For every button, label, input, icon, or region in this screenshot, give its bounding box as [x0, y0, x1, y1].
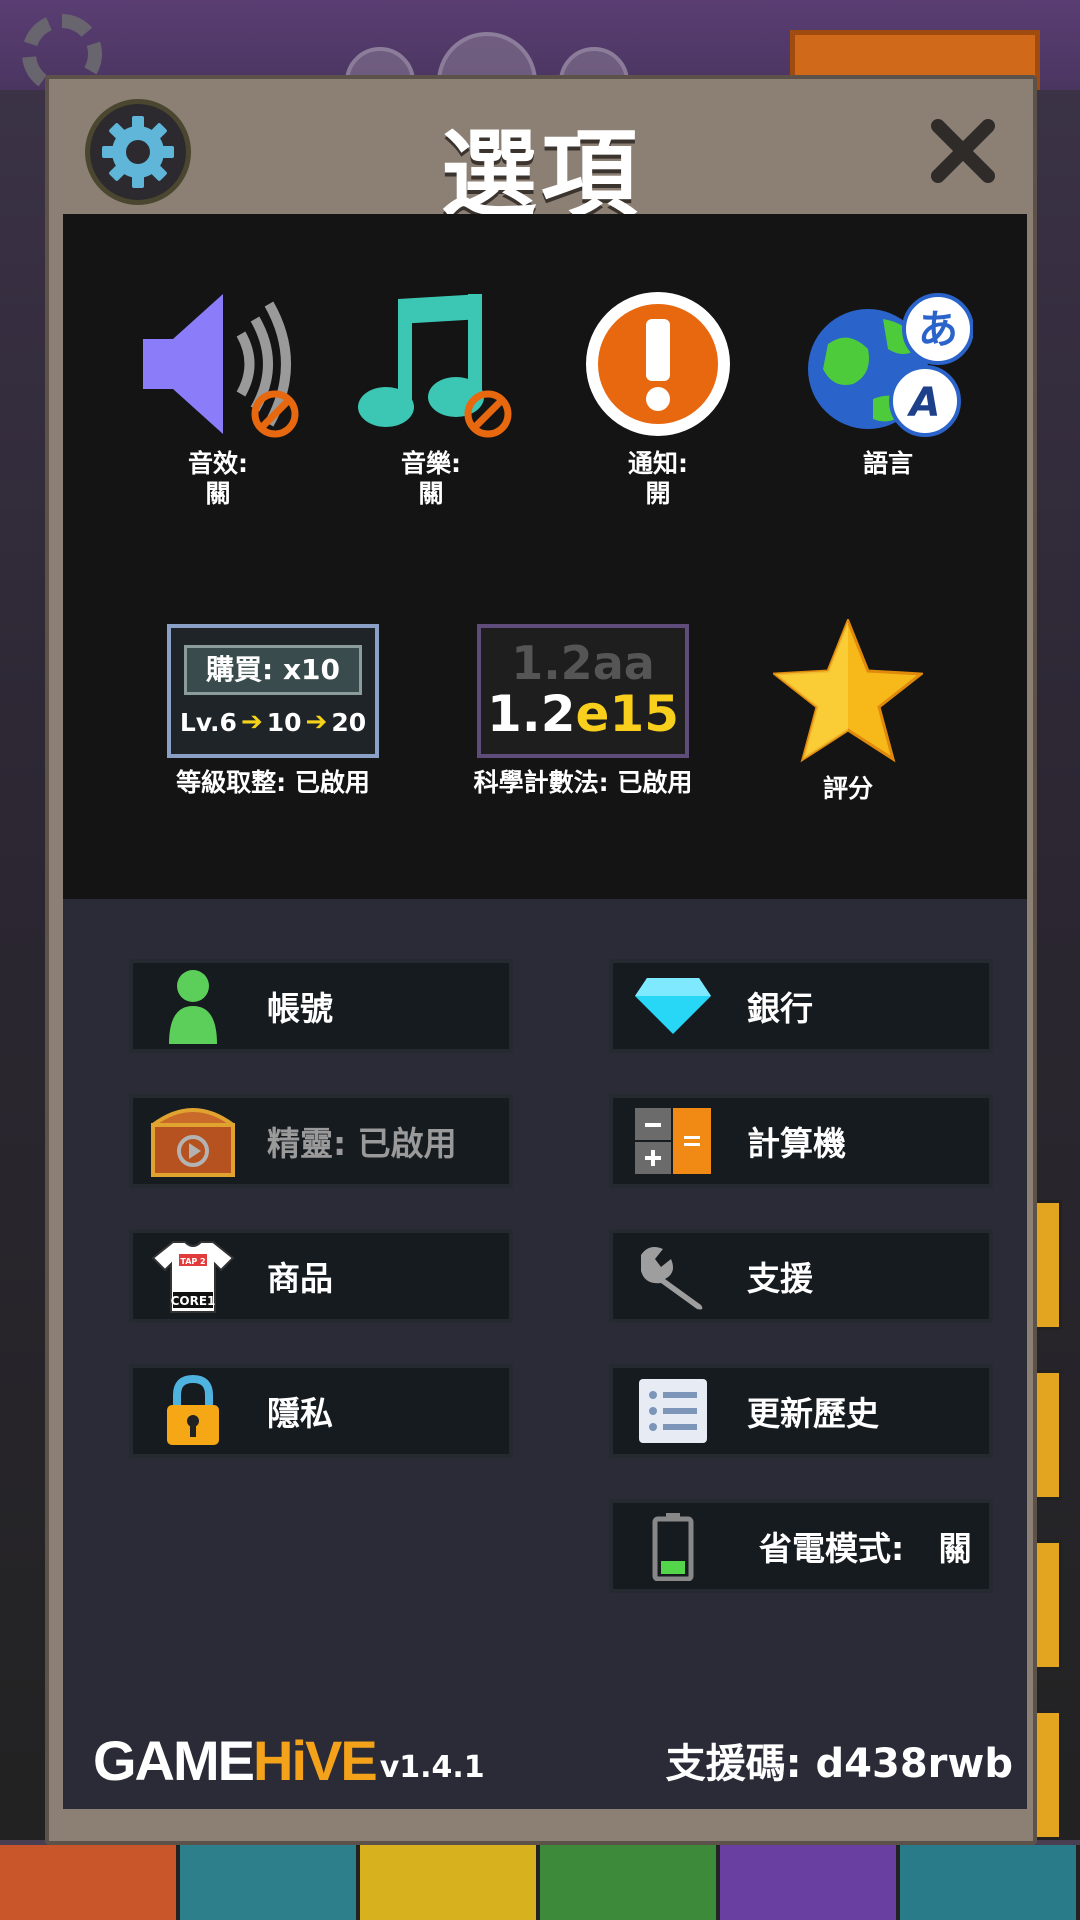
arrow-icon: ➔	[240, 707, 263, 737]
level-start: Lv.6	[179, 707, 237, 737]
notation-old: 1.2aa	[511, 636, 655, 690]
tshirt-icon: TAP 2 CORE1	[133, 1233, 253, 1319]
merch-label: 商品	[267, 1259, 333, 1298]
power-saving-label: 省電模式: 關	[759, 1529, 972, 1568]
background-bottom-tabs	[0, 1845, 1080, 1920]
notification-label: 通知:	[628, 449, 688, 478]
music-toggle[interactable]: 音樂: 關	[346, 289, 516, 509]
language-label: 語言	[862, 449, 913, 478]
speaker-icon	[143, 294, 299, 438]
music-state: 關	[418, 479, 444, 508]
sound-label: 音效:	[188, 449, 248, 478]
sound-state: 關	[205, 479, 231, 508]
merch-button[interactable]: TAP 2 CORE1 商品	[129, 1229, 513, 1323]
scientific-notation-label: 科學計數法: 已啟用	[473, 768, 693, 797]
level-rounding-label: 等級取整: 已啟用	[176, 768, 370, 797]
dialog-header: 選項	[49, 79, 1033, 231]
level-mid: 10	[266, 707, 302, 737]
calculator-button[interactable]: 計算機	[609, 1094, 993, 1188]
bank-label: 銀行	[747, 989, 813, 1028]
level-end: 20	[331, 707, 367, 737]
notation-exp: e15	[575, 685, 680, 743]
sound-toggle[interactable]: 音效: 關	[133, 289, 303, 509]
changelog-button[interactable]: 更新歷史	[609, 1364, 993, 1458]
support-label: 支援	[747, 1259, 813, 1298]
scientific-notation-toggle[interactable]: 1.2aa 1.2e15 科學計數法: 已啟用	[453, 624, 713, 798]
notification-toggle[interactable]: 通知: 開	[573, 289, 743, 509]
lock-icon	[133, 1368, 253, 1454]
gamehive-logo: GAMEHiVE v1.4.1	[93, 1733, 485, 1789]
rate-button[interactable]: 評分	[763, 619, 933, 804]
changelog-label: 更新歷史	[747, 1394, 879, 1433]
version-text: v1.4.1	[379, 1750, 485, 1785]
calculator-icon	[613, 1098, 733, 1184]
logo-text: GAMEHiVE	[93, 1729, 378, 1792]
exclamation-icon	[586, 292, 730, 436]
music-label: 音樂:	[401, 449, 461, 478]
svg-text:A: A	[907, 380, 941, 426]
privacy-label: 隱私	[267, 1394, 333, 1433]
support-code: 支援碼: d438rwb	[665, 1741, 1013, 1787]
rate-label: 評分	[822, 774, 873, 803]
account-button[interactable]: 帳號	[129, 959, 513, 1053]
level-rounding-preview: 購買: x10 Lv.6 ➔ 10 ➔ 20	[167, 624, 379, 758]
diamond-icon	[613, 963, 733, 1049]
account-label: 帳號	[267, 989, 333, 1028]
calculator-label: 計算機	[747, 1124, 846, 1163]
arrow-icon: ➔	[305, 707, 328, 737]
shirt-logo-text: TAP 2	[180, 1257, 205, 1266]
options-dialog: 選項 音效: 關 音樂: 關 通知: 開 あ A 語言 購買: x10 Lv.6…	[45, 75, 1037, 1845]
notation-base: 1.2	[486, 685, 576, 743]
notation-new: 1.2e15	[487, 686, 679, 742]
music-note-icon	[358, 294, 512, 438]
level-rounding-toggle[interactable]: 購買: x10 Lv.6 ➔ 10 ➔ 20 等級取整: 已啟用	[161, 624, 385, 798]
globe-language-icon: あ A	[808, 293, 973, 437]
svg-text:あ: あ	[918, 307, 958, 353]
battery-icon	[613, 1503, 733, 1589]
fairy-button[interactable]: 精靈: 已啟用	[129, 1094, 513, 1188]
menu-panel: 帳號 銀行 精靈: 已啟用 計算機 TAP 2 CORE1 商品 支援 隱私 更…	[63, 899, 1027, 1809]
buy-multiplier-text: 購買: x10	[184, 645, 362, 695]
shirt-core-text: CORE1	[171, 1294, 216, 1308]
scientific-notation-preview: 1.2aa 1.2e15	[477, 624, 689, 758]
bank-button[interactable]: 銀行	[609, 959, 993, 1053]
fairy-label: 精靈: 已啟用	[267, 1124, 457, 1163]
privacy-button[interactable]: 隱私	[129, 1364, 513, 1458]
notification-state: 開	[645, 479, 671, 508]
language-button[interactable]: あ A 語言	[803, 289, 973, 479]
level-progression: Lv.6 ➔ 10 ➔ 20	[180, 707, 366, 737]
list-icon	[613, 1368, 733, 1454]
user-icon	[133, 963, 253, 1049]
options-panel: 音效: 關 音樂: 關 通知: 開 あ A 語言 購買: x10 Lv.6 ➔ …	[63, 214, 1027, 899]
power-saving-button[interactable]: 省電模式: 關	[609, 1499, 993, 1593]
star-icon	[773, 619, 923, 763]
treasure-chest-icon	[133, 1098, 253, 1184]
support-button[interactable]: 支援	[609, 1229, 993, 1323]
close-icon[interactable]	[927, 115, 999, 187]
wrench-icon	[613, 1233, 733, 1319]
